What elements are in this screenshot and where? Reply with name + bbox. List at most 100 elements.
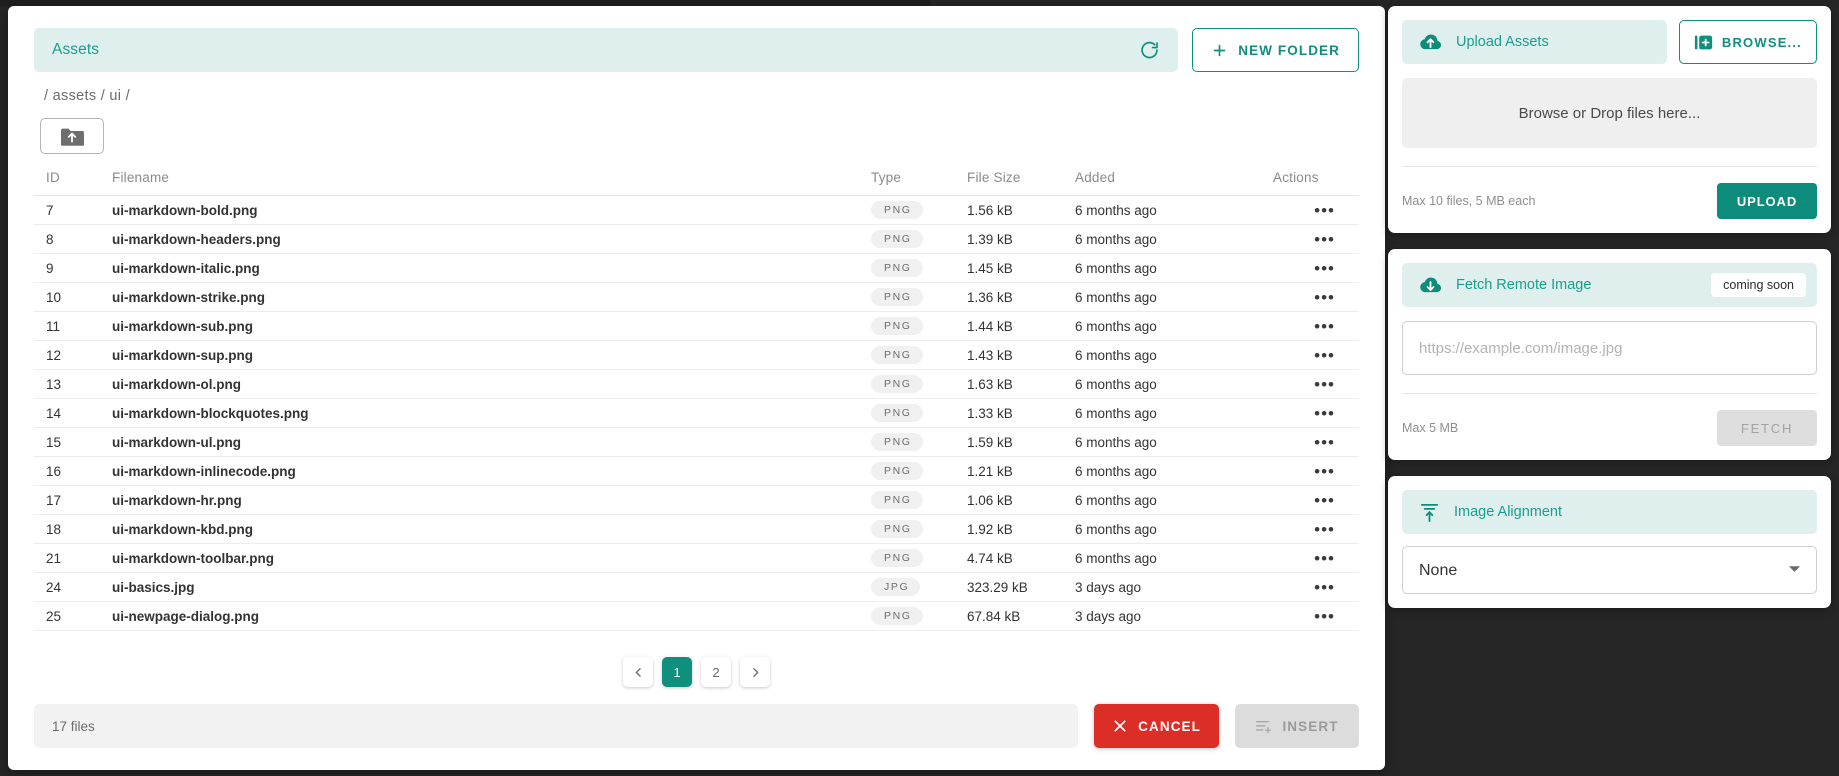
asset-browser-dialog: Assets NEW FOLDER / assets / ui / ID Fil… — [8, 6, 1385, 770]
cell-filesize: 67.84 kB — [967, 601, 1075, 631]
row-actions-button[interactable]: ••• — [1312, 434, 1337, 451]
insert-button[interactable]: INSERT — [1235, 704, 1359, 748]
insert-list-icon — [1255, 719, 1272, 734]
row-actions-button[interactable]: ••• — [1312, 318, 1337, 335]
column-header-id[interactable]: ID — [34, 170, 112, 196]
upload-hint: Max 10 files, 5 MB each — [1402, 194, 1536, 208]
table-row[interactable]: 16 ui-markdown-inlinecode.png PNG 1.21 kB 6 … — [34, 456, 1359, 486]
close-x-icon — [1112, 718, 1128, 734]
cell-filename[interactable]: ui-markdown-italic.png — [112, 253, 871, 283]
upload-banner-label: Upload Assets — [1456, 34, 1549, 50]
fetch-card-footer: Max 5 MB FETCH — [1402, 394, 1817, 446]
cell-id: 15 — [34, 427, 112, 457]
cell-added: 6 months ago — [1075, 398, 1273, 428]
type-badge: PNG — [871, 346, 923, 364]
cell-filename[interactable]: ui-markdown-hr.png — [112, 485, 871, 515]
row-actions-button[interactable]: ••• — [1312, 376, 1337, 393]
column-header-filesize[interactable]: File Size — [967, 170, 1075, 196]
table-row[interactable]: 13 ui-markdown-ol.png PNG 1.63 kB 6 months a… — [34, 369, 1359, 399]
row-actions-button[interactable]: ••• — [1312, 405, 1337, 422]
cell-filename[interactable]: ui-basics.jpg — [112, 572, 871, 602]
cell-filename[interactable]: ui-markdown-sub.png — [112, 311, 871, 341]
cell-filename[interactable]: ui-markdown-ul.png — [112, 427, 871, 457]
cell-filename[interactable]: ui-markdown-bold.png — [112, 195, 871, 225]
cell-filename[interactable]: ui-markdown-kbd.png — [112, 514, 871, 544]
row-actions-button[interactable]: ••• — [1312, 289, 1337, 306]
cell-filename[interactable]: ui-markdown-blockquotes.png — [112, 398, 871, 428]
fetch-button[interactable]: FETCH — [1717, 410, 1817, 446]
cell-actions: ••• — [1273, 398, 1359, 428]
cell-type: PNG — [871, 427, 967, 457]
folder-up-icon — [60, 127, 84, 146]
table-row[interactable]: 18 ui-markdown-kbd.png PNG 1.92 kB 6 months … — [34, 514, 1359, 544]
table-row[interactable]: 11 ui-markdown-sub.png PNG 1.44 kB 6 months … — [34, 311, 1359, 341]
cell-filename[interactable]: ui-markdown-sup.png — [112, 340, 871, 370]
row-actions-button[interactable]: ••• — [1312, 463, 1337, 480]
cell-filename[interactable]: ui-markdown-toolbar.png — [112, 543, 871, 573]
row-actions-button[interactable]: ••• — [1312, 608, 1337, 625]
cell-added: 3 days ago — [1075, 601, 1273, 631]
folder-up-button[interactable] — [40, 118, 104, 154]
type-badge: PNG — [871, 462, 923, 480]
cell-filename[interactable]: ui-markdown-ol.png — [112, 369, 871, 399]
alignment-banner-label: Image Alignment — [1454, 504, 1563, 520]
table-row[interactable]: 15 ui-markdown-ul.png PNG 1.59 kB 6 months a… — [34, 427, 1359, 457]
dialog-title-bar: Assets — [34, 28, 1179, 72]
cell-filename[interactable]: ui-markdown-inlinecode.png — [112, 456, 871, 486]
pagination-prev-button[interactable] — [623, 657, 653, 687]
table-row[interactable]: 9 ui-markdown-italic.png PNG 1.45 kB 6 month… — [34, 253, 1359, 283]
cell-actions: ••• — [1273, 514, 1359, 544]
table-row[interactable]: 21 ui-markdown-toolbar.png PNG 4.74 kB 6 mon… — [34, 543, 1359, 573]
row-actions-button[interactable]: ••• — [1312, 260, 1337, 277]
table-row[interactable]: 24 ui-basics.jpg JPG 323.29 kB 3 days ago ••• — [34, 572, 1359, 602]
table-row[interactable]: 7 ui-markdown-bold.png PNG 1.56 kB 6 months … — [34, 195, 1359, 225]
new-folder-button[interactable]: NEW FOLDER — [1192, 28, 1359, 72]
refresh-button[interactable] — [1134, 35, 1164, 65]
cell-filesize: 1.33 kB — [967, 398, 1075, 428]
pagination-page-2[interactable]: 2 — [701, 657, 731, 687]
row-actions-button[interactable]: ••• — [1312, 492, 1337, 509]
pagination-next-button[interactable] — [740, 657, 770, 687]
cell-id: 18 — [34, 514, 112, 544]
cloud-upload-icon — [1418, 33, 1443, 52]
breadcrumb[interactable]: / assets / ui / — [34, 88, 1359, 104]
cell-added: 6 months ago — [1075, 282, 1273, 312]
cell-type: JPG — [871, 572, 967, 602]
upload-button[interactable]: UPLOAD — [1717, 183, 1817, 219]
row-actions-button[interactable]: ••• — [1312, 579, 1337, 596]
table-row[interactable]: 8 ui-markdown-headers.png PNG 1.39 kB 6 mont… — [34, 224, 1359, 254]
cell-filename[interactable]: ui-markdown-headers.png — [112, 224, 871, 254]
remote-url-input[interactable] — [1402, 321, 1817, 375]
table-row[interactable]: 10 ui-markdown-strike.png PNG 1.36 kB 6 mont… — [34, 282, 1359, 312]
row-actions-button[interactable]: ••• — [1312, 550, 1337, 567]
row-actions-button[interactable]: ••• — [1312, 521, 1337, 538]
table-row[interactable]: 17 ui-markdown-hr.png PNG 1.06 kB 6 months a… — [34, 485, 1359, 515]
cell-actions: ••• — [1273, 485, 1359, 515]
column-header-type[interactable]: Type — [871, 170, 967, 196]
cloud-download-icon — [1418, 276, 1443, 295]
alignment-select[interactable]: None — [1402, 546, 1817, 594]
cell-id: 13 — [34, 369, 112, 399]
cell-filename[interactable]: ui-markdown-strike.png — [112, 282, 871, 312]
cell-filesize: 1.36 kB — [967, 282, 1075, 312]
cell-added: 3 days ago — [1075, 572, 1273, 602]
cancel-button[interactable]: CANCEL — [1094, 704, 1219, 748]
row-actions-button[interactable]: ••• — [1312, 231, 1337, 248]
table-row[interactable]: 25 ui-newpage-dialog.png PNG 67.84 kB 3 days… — [34, 601, 1359, 631]
row-actions-button[interactable]: ••• — [1312, 202, 1337, 219]
row-actions-button[interactable]: ••• — [1312, 347, 1337, 364]
column-header-added[interactable]: Added — [1075, 170, 1273, 196]
cell-added: 6 months ago — [1075, 224, 1273, 254]
cell-filename[interactable]: ui-newpage-dialog.png — [112, 601, 871, 631]
table-row[interactable]: 14 ui-markdown-blockquotes.png PNG 1.33 kB 6… — [34, 398, 1359, 428]
pagination-page-1[interactable]: 1 — [662, 657, 692, 687]
browse-button[interactable]: BROWSE... — [1678, 20, 1817, 64]
dropzone[interactable]: Browse or Drop files here... — [1402, 78, 1817, 148]
type-badge: PNG — [871, 520, 923, 538]
table-row[interactable]: 12 ui-markdown-sup.png PNG 1.43 kB 6 months … — [34, 340, 1359, 370]
file-count-bar: 17 files — [34, 704, 1079, 748]
type-badge: PNG — [871, 317, 923, 335]
pagination: 1 2 — [34, 657, 1359, 687]
column-header-filename[interactable]: Filename — [112, 170, 871, 196]
upload-banner: Upload Assets — [1402, 20, 1667, 64]
